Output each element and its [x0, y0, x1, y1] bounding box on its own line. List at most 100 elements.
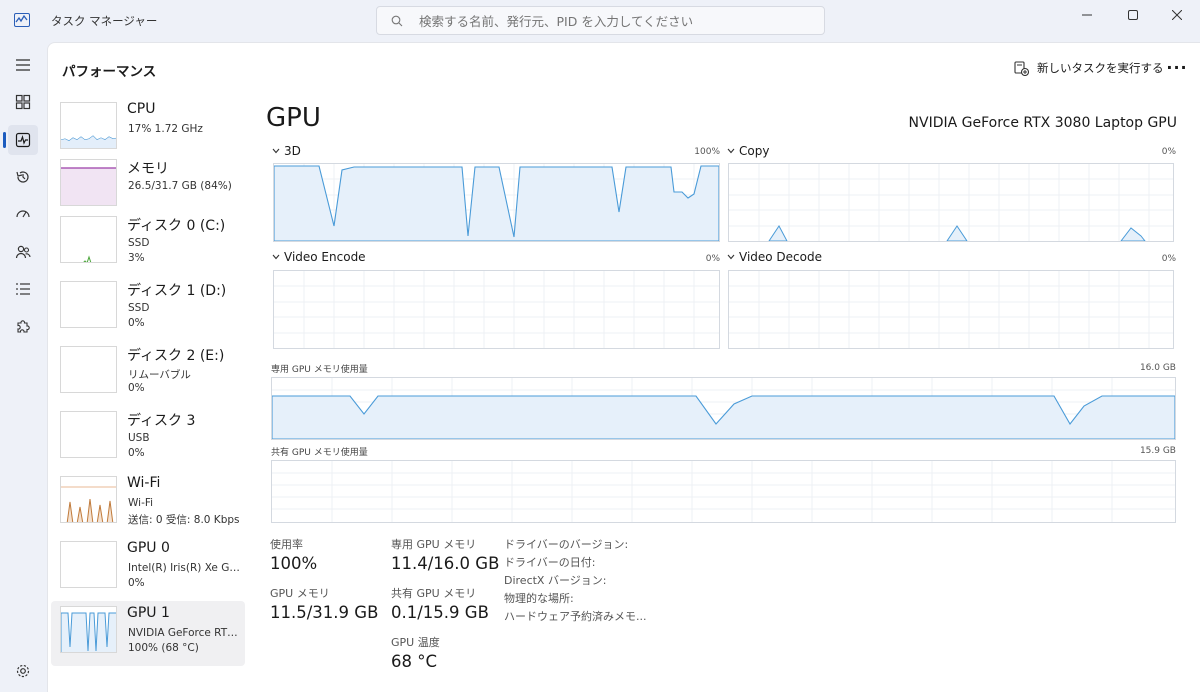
- gpu-memory-value: 11.5/31.9 GB: [270, 603, 379, 622]
- gpu0-thumbnail: [60, 541, 117, 588]
- device-usage: 3%: [128, 252, 145, 264]
- graph-dedicated-memory: [271, 377, 1176, 440]
- main-panel: パフォーマンス 新しいタスクを実行する ··· CPU 17% 1.72 GHz…: [47, 42, 1200, 692]
- minimize-icon: [1082, 14, 1092, 16]
- device-usage: 0%: [128, 317, 145, 329]
- driver-version-label: ドライバーのバージョン:: [504, 538, 629, 551]
- shared-memory-label: 共有 GPU メモリ使用量: [271, 448, 368, 458]
- shared-memory-max: 15.9 GB: [1139, 446, 1176, 456]
- graph-copy-selector[interactable]: Copy: [727, 144, 769, 158]
- performance-icon: [15, 132, 31, 148]
- device-usage: 送信: 0 受信: 8.0 Kbps: [128, 514, 240, 526]
- app-icon: [14, 13, 30, 27]
- gpu-model-name: NVIDIA GeForce RTX 3080 Laptop GPU: [908, 115, 1177, 131]
- driver-date-label: ドライバーの日付:: [504, 556, 596, 569]
- more-options-button[interactable]: ···: [1162, 55, 1192, 79]
- startup-icon: [16, 210, 30, 218]
- graph-video-encode-max: 0%: [705, 254, 720, 264]
- graph-video-decode-label: Video Decode: [739, 250, 822, 264]
- device-item-disk-0[interactable]: ディスク 0 (C:) SSD 3%: [51, 211, 245, 276]
- maximize-icon: [1128, 10, 1138, 20]
- chevron-down-icon: [272, 148, 280, 154]
- chevron-down-icon: [272, 254, 280, 260]
- graph-3d: [273, 163, 720, 242]
- nav-settings[interactable]: [8, 656, 38, 686]
- disk2-thumbnail: [60, 346, 117, 393]
- utilization-label: 使用率: [270, 538, 303, 551]
- graph-3d-selector[interactable]: 3D: [272, 144, 301, 158]
- device-usage: 0%: [128, 382, 145, 394]
- gpu-memory-label: GPU メモリ: [270, 587, 330, 600]
- directx-version-label: DirectX バージョン:: [504, 574, 607, 587]
- device-item-cpu[interactable]: CPU 17% 1.72 GHz: [51, 97, 245, 162]
- dedicated-gpu-memory-label: 専用 GPU メモリ: [391, 538, 477, 551]
- utilization-value: 100%: [270, 554, 318, 573]
- graph-video-encode: [273, 270, 720, 349]
- device-item-gpu-0[interactable]: GPU 0 Intel(R) Iris(R) Xe Gra... 0%: [51, 536, 245, 601]
- nav-details[interactable]: [8, 274, 38, 304]
- device-item-disk-2[interactable]: ディスク 2 (E:) リムーバブル 0%: [51, 341, 245, 406]
- history-icon: [16, 171, 29, 183]
- nav-performance[interactable]: [8, 125, 38, 155]
- nav-services[interactable]: [8, 312, 38, 342]
- shared-gpu-memory-value: 0.1/15.9 GB: [391, 603, 489, 622]
- nav-startup[interactable]: [8, 199, 38, 229]
- minimize-button[interactable]: [1064, 0, 1110, 30]
- nav-processes[interactable]: [8, 87, 38, 117]
- device-detail: リムーバブル: [128, 369, 191, 381]
- device-detail: SSD: [128, 302, 150, 314]
- active-nav-indicator: [3, 132, 6, 148]
- run-new-task-label: 新しいタスクを実行する: [1037, 61, 1164, 75]
- device-item-disk-3[interactable]: ディスク 3 USB 0%: [51, 406, 245, 471]
- gpu1-thumbnail: [60, 606, 117, 653]
- close-icon: [1172, 10, 1182, 20]
- gear-icon: [16, 664, 30, 678]
- disk1-thumbnail: [60, 281, 117, 328]
- search-input[interactable]: [419, 12, 809, 30]
- device-detail: USB: [128, 432, 150, 444]
- nav-app-history[interactable]: [8, 162, 38, 192]
- processes-icon: [15, 94, 31, 110]
- graph-shared-memory: [271, 460, 1176, 523]
- device-name: Wi-Fi: [127, 475, 161, 491]
- device-item-memory[interactable]: メモリ 26.5/31.7 GB (84%): [51, 154, 245, 219]
- nav-users[interactable]: [8, 237, 38, 267]
- device-name: CPU: [127, 101, 156, 117]
- gpu-title: GPU: [266, 103, 321, 133]
- search-icon: [391, 15, 403, 27]
- device-usage: 100% (68 °C): [128, 642, 199, 654]
- device-name: GPU 0: [127, 540, 170, 556]
- device-item-gpu-1[interactable]: GPU 1 NVIDIA GeForce RTX... 100% (68 °C): [51, 601, 245, 666]
- close-button[interactable]: [1154, 0, 1200, 30]
- device-name: ディスク 3: [127, 413, 196, 429]
- shared-gpu-memory-label: 共有 GPU メモリ: [391, 587, 477, 600]
- chevron-down-icon: [727, 254, 735, 260]
- cpu-thumbnail: [60, 102, 117, 149]
- page-title: パフォーマンス: [62, 64, 157, 80]
- users-icon: [15, 245, 31, 259]
- device-item-disk-1[interactable]: ディスク 1 (D:) SSD 0%: [51, 276, 245, 341]
- dedicated-gpu-memory-value: 11.4/16.0 GB: [391, 554, 500, 573]
- device-name: ディスク 2 (E:): [127, 348, 225, 364]
- graph-video-encode-selector[interactable]: Video Encode: [272, 250, 366, 264]
- device-item-wifi[interactable]: Wi-Fi Wi-Fi 送信: 0 受信: 8.0 Kbps: [51, 471, 245, 536]
- device-name: GPU 1: [127, 605, 170, 621]
- graph-copy-max: 0%: [1161, 147, 1176, 157]
- wifi-thumbnail: [60, 476, 117, 523]
- graph-3d-label: 3D: [284, 144, 301, 158]
- search-box[interactable]: [376, 6, 825, 35]
- dedicated-memory-max: 16.0 GB: [1139, 363, 1176, 373]
- hamburger-menu-button[interactable]: [8, 50, 38, 80]
- hardware-reserved-memory-label: ハードウェア予約済みメモ...: [504, 610, 647, 623]
- maximize-button[interactable]: [1110, 0, 1156, 30]
- graph-video-decode-selector[interactable]: Video Decode: [727, 250, 822, 264]
- device-name: メモリ: [127, 161, 169, 177]
- services-puzzle-icon: [17, 320, 30, 333]
- graph-video-encode-label: Video Encode: [284, 250, 366, 264]
- title-bar: タスク マネージャー: [0, 0, 1200, 42]
- run-new-task-button[interactable]: 新しいタスクを実行する: [1014, 57, 1164, 79]
- device-usage: 0%: [128, 447, 145, 459]
- hamburger-icon: [16, 59, 30, 71]
- device-name: ディスク 0 (C:): [127, 218, 226, 234]
- memory-thumbnail: [60, 159, 117, 206]
